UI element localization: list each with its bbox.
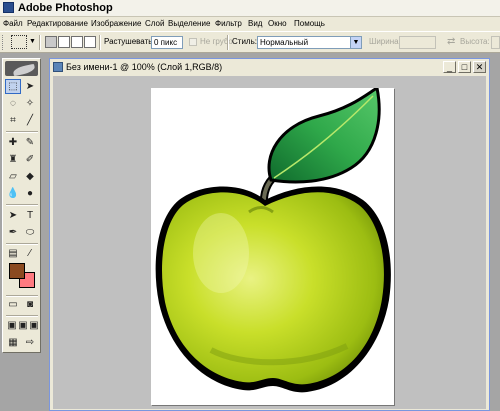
magic-wand-tool-icon[interactable]: ✧ [22, 96, 38, 111]
separator [227, 35, 229, 50]
history-brush-tool-icon[interactable]: ✐ [22, 152, 38, 167]
toolbox-divider [6, 243, 38, 245]
shape-tool-icon[interactable]: ⬭ [22, 225, 38, 240]
width-label: Ширина: [369, 37, 401, 46]
chevron-down-icon[interactable]: ▼ [29, 38, 36, 45]
width-input[interactable] [399, 36, 436, 49]
canvas-area[interactable] [53, 76, 486, 409]
swap-icon[interactable]: ⇄ [447, 36, 455, 47]
menu-file[interactable]: Файл [3, 17, 23, 31]
antialias-checkbox[interactable] [189, 38, 197, 46]
path-selection-tool-icon[interactable]: ➤ [5, 208, 21, 223]
close-button[interactable]: ✕ [473, 61, 486, 73]
apple-illustration [155, 85, 391, 393]
menu-edit[interactable]: Редактирование [27, 17, 88, 31]
menu-select[interactable]: Выделение [168, 17, 210, 31]
foreground-color-swatch[interactable] [9, 263, 25, 279]
jump-to-imageready-icon[interactable]: ▦ [5, 335, 21, 350]
app-titlebar: Adobe Photoshop [0, 0, 500, 17]
separator [39, 35, 41, 50]
options-grip[interactable] [2, 35, 6, 50]
tool-preset-picker[interactable] [11, 35, 27, 49]
stamp-tool-icon[interactable]: ♜ [5, 152, 21, 167]
minimize-button[interactable]: _ [443, 61, 456, 73]
toolbox-divider [6, 315, 38, 317]
eraser-tool-icon[interactable]: ▱ [5, 169, 21, 184]
standard-mode-icon[interactable]: ▭ [5, 297, 21, 312]
style-value: Нормальный [260, 38, 309, 47]
feather-icon [12, 63, 36, 77]
type-tool-icon[interactable]: T [22, 208, 38, 223]
menu-layer[interactable]: Слой [145, 17, 164, 31]
new-selection-icon[interactable] [45, 36, 57, 48]
options-bar: ▼ Растушевать: 0 пикс Не грубо Стиль: Но… [0, 31, 500, 53]
intersect-selection-icon[interactable] [84, 36, 96, 48]
document-window: Без имени-1 @ 100% (Слой 1,RGB/8) _ □ ✕ [49, 58, 490, 411]
healing-brush-tool-icon[interactable]: ✚ [5, 135, 21, 150]
pen-tool-icon[interactable]: ✒ [5, 225, 21, 240]
style-select[interactable]: Нормальный ▼ [257, 36, 362, 49]
lasso-tool-icon[interactable]: ◌ [5, 96, 21, 111]
paint-bucket-tool-icon[interactable]: ◆ [22, 169, 38, 184]
maximize-button[interactable]: □ [458, 61, 471, 73]
menu-window[interactable]: Окно [268, 17, 287, 31]
slice-tool-icon[interactable]: ╱ [22, 113, 38, 128]
notes-tool-icon[interactable]: ▤ [5, 246, 21, 261]
quick-mask-mode-icon[interactable]: ◙ [22, 297, 38, 312]
dodge-tool-icon[interactable]: ● [22, 186, 38, 201]
add-selection-icon[interactable] [58, 36, 70, 48]
apple-highlight [193, 213, 249, 293]
document-icon [53, 62, 63, 72]
toolbox-header [5, 61, 38, 77]
menu-image[interactable]: Изображение [91, 17, 141, 31]
eyedropper-tool-icon[interactable]: ⁄ [22, 246, 38, 261]
imageready-icon[interactable]: ⇨ [22, 335, 38, 350]
app-title: Adobe Photoshop [18, 2, 113, 14]
document-title: Без имени-1 @ 100% (Слой 1,RGB/8) [66, 62, 223, 72]
subtract-selection-icon[interactable] [71, 36, 83, 48]
chevron-down-icon[interactable]: ▼ [350, 37, 361, 48]
toolbox-divider [6, 204, 38, 206]
menu-view[interactable]: Вид [248, 17, 262, 31]
menu-filter[interactable]: Фильтр [215, 17, 242, 31]
separator [99, 35, 101, 50]
height-label: Высота: [460, 37, 490, 46]
full-screen-mode-icon[interactable]: ▣ [26, 318, 42, 333]
toolbox-divider [6, 131, 38, 133]
toolbox: ⬚ ➤ ◌ ✧ ⌗ ╱ ✚ ✎ ♜ ✐ ▱ ◆ 💧 ● ➤ T ✒ ⬭ ▤ ⁄ … [2, 58, 41, 353]
crop-tool-icon[interactable]: ⌗ [5, 113, 21, 128]
height-input[interactable] [491, 36, 500, 49]
style-label: Стиль: [232, 37, 257, 46]
photoshop-icon [3, 2, 14, 13]
menubar: Файл Редактирование Изображение Слой Выд… [0, 17, 500, 31]
blur-tool-icon[interactable]: 💧 [5, 186, 21, 201]
apple-leaf [267, 85, 381, 184]
apple-body [162, 192, 384, 385]
image-canvas[interactable] [151, 85, 394, 405]
feather-label: Растушевать: [104, 37, 155, 46]
marquee-tool-icon[interactable]: ⬚ [5, 79, 21, 94]
brush-tool-icon[interactable]: ✎ [22, 135, 38, 150]
feather-input[interactable]: 0 пикс [151, 36, 183, 49]
document-titlebar[interactable]: Без имени-1 @ 100% (Слой 1,RGB/8) _ □ ✕ [50, 59, 489, 75]
menu-help[interactable]: Помощь [294, 17, 325, 31]
move-tool-icon[interactable]: ➤ [22, 79, 38, 94]
